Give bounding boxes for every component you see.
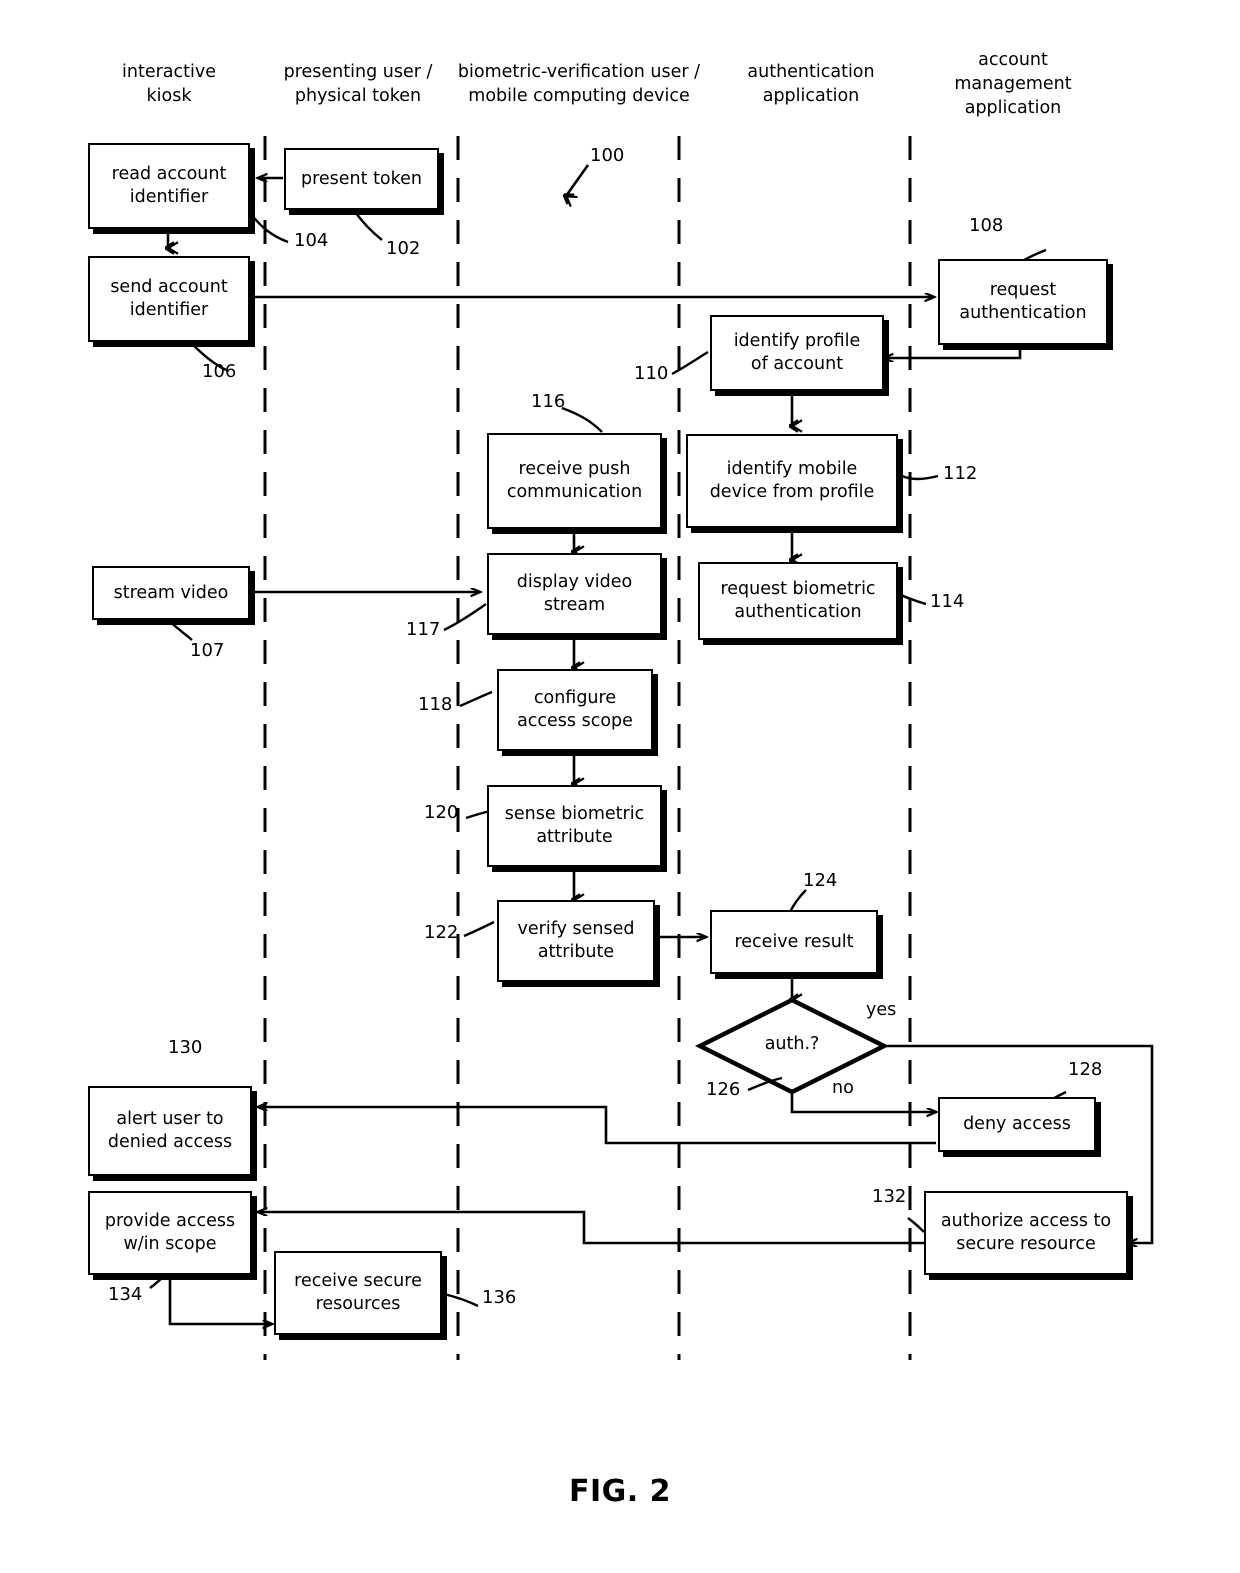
edge-label-yes: yes (866, 1000, 897, 1020)
ref-120: 120 (424, 802, 459, 823)
ref-128: 128 (1068, 1059, 1103, 1080)
ref-117: 117 (406, 619, 441, 640)
ref-114: 114 (930, 591, 965, 612)
edge-108-110 (884, 345, 1022, 358)
node-send-account-identifier[interactable]: send account identifier (88, 256, 250, 342)
node-configure-access-scope[interactable]: configure access scope (497, 669, 653, 751)
ref-134: 134 (108, 1284, 143, 1305)
node-request-biometric-authentication[interactable]: request biometric authentication (698, 562, 898, 640)
ref-116: 116 (531, 391, 566, 412)
ref-112: 112 (943, 463, 978, 484)
node-stream-video[interactable]: stream video (92, 566, 250, 620)
node-receive-push-communication[interactable]: receive push communication (487, 433, 662, 529)
ref-107: 107 (190, 640, 225, 661)
node-present-token[interactable]: present token (284, 148, 439, 210)
ref-102: 102 (386, 238, 421, 259)
node-authorize-access-to-secure-resource[interactable]: authorize access to secure resource (924, 1191, 1128, 1275)
leader-104 (249, 212, 289, 244)
edge-126-no-128 (790, 1092, 936, 1112)
ref-104: 104 (294, 230, 329, 251)
ref-130: 130 (168, 1037, 203, 1058)
node-receive-secure-resources[interactable]: receive secure resources (274, 1251, 442, 1335)
ref-106: 106 (202, 361, 237, 382)
ref-136: 136 (482, 1287, 517, 1308)
node-sense-biometric-attribute[interactable]: sense biometric attribute (487, 785, 662, 867)
edge-label-no: no (832, 1078, 854, 1098)
leader-122 (463, 920, 495, 938)
leader-117 (443, 603, 487, 632)
ref-110: 110 (634, 363, 669, 384)
node-read-account-identifier[interactable]: read account identifier (88, 143, 250, 229)
node-display-video-stream[interactable]: display video stream (487, 553, 662, 635)
figure-ref-arrow (566, 164, 590, 196)
node-receive-result[interactable]: receive result (710, 910, 878, 974)
node-deny-access[interactable]: deny access (938, 1097, 1096, 1152)
leader-107 (165, 617, 193, 641)
node-verify-sensed-attribute[interactable]: verify sensed attribute (497, 900, 655, 982)
ref-100: 100 (590, 145, 625, 166)
node-request-authentication[interactable]: request authentication (938, 259, 1108, 345)
node-alert-user-to-denied-access[interactable]: alert user to denied access (88, 1086, 252, 1176)
leader-124 (788, 889, 807, 913)
leader-110 (671, 350, 709, 376)
ref-126: 126 (706, 1079, 741, 1100)
edge-132-134 (258, 1212, 926, 1245)
node-provide-access-win-scope[interactable]: provide access w/in scope (88, 1191, 252, 1275)
decision-label-auth: auth.? (764, 1034, 820, 1054)
ref-132: 132 (872, 1186, 907, 1207)
reference-leaders (149, 207, 1067, 1308)
leader-116 (561, 406, 603, 433)
leader-134 (149, 1273, 167, 1289)
ref-118: 118 (418, 694, 453, 715)
ref-124: 124 (803, 870, 838, 891)
edge-134-136 (168, 1272, 272, 1324)
figure-caption: FIG. 2 (569, 1474, 671, 1509)
leader-102 (351, 207, 383, 241)
leader-136 (443, 1292, 479, 1308)
node-identify-profile-of-account[interactable]: identify profile of account (710, 315, 884, 391)
ref-108: 108 (969, 215, 1004, 236)
ref-122: 122 (424, 922, 459, 943)
leader-118 (459, 690, 493, 708)
node-identify-mobile-device-from-profile[interactable]: identify mobile device from profile (686, 434, 898, 528)
leader-112 (901, 474, 939, 481)
